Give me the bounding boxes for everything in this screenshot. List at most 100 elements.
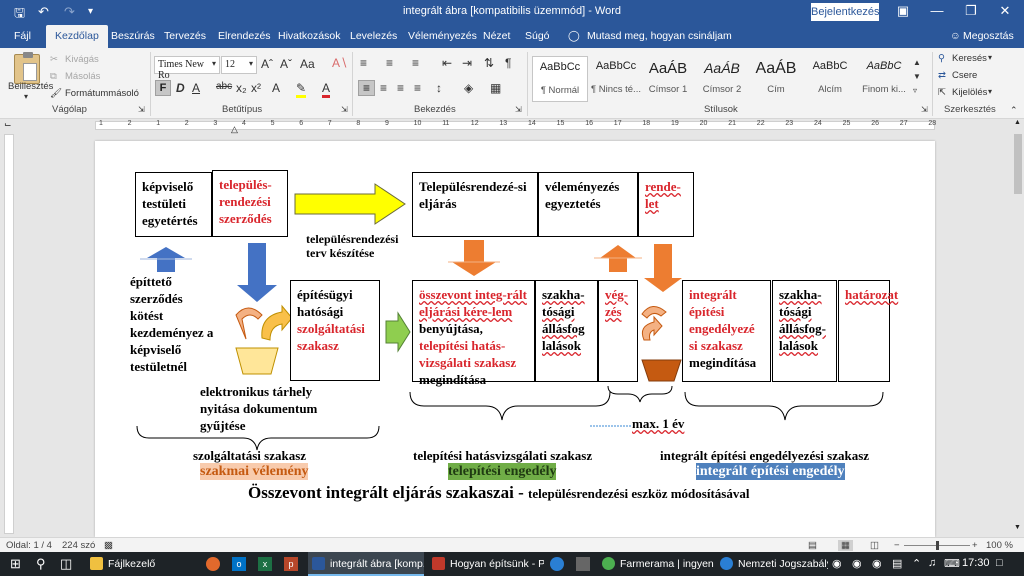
styles-launcher-icon[interactable]: ⇲ — [921, 105, 928, 114]
select-icon[interactable]: ⇱ — [938, 87, 946, 98]
tab-insert[interactable]: Beszúrás — [111, 30, 155, 42]
tab-design[interactable]: Tervezés — [164, 30, 206, 42]
select-button[interactable]: Kijelölés — [952, 87, 987, 98]
replace-button[interactable]: Csere — [952, 70, 977, 81]
task-view-icon[interactable]: ◫ — [60, 556, 72, 572]
tab-help[interactable]: Súgó — [525, 30, 550, 42]
sort-icon[interactable]: ⇅ — [484, 56, 494, 70]
paste-button[interactable]: Beillesztés — [8, 81, 53, 92]
firefox-icon[interactable] — [206, 557, 220, 571]
show-marks-icon[interactable]: ¶ — [505, 56, 511, 70]
document-page[interactable]: képviselő testületi egyetértés település… — [95, 141, 935, 537]
italic-button[interactable]: D — [176, 81, 185, 95]
style-normal[interactable]: AaBbCc ¶ Normál — [532, 56, 588, 102]
multilevel-list-icon[interactable]: ≡ — [412, 56, 419, 70]
styles-scroll-up-icon[interactable]: ▲ — [913, 58, 921, 67]
paragraph-launcher-icon[interactable]: ⇲ — [515, 105, 522, 114]
find-button[interactable]: Keresés — [952, 53, 987, 64]
taskbar-file-explorer[interactable]: Fájlkezelő — [86, 552, 198, 576]
scroll-thumb[interactable] — [1014, 134, 1022, 194]
clock[interactable]: 17:30 — [962, 557, 990, 569]
windows-start-icon[interactable]: ⊞ — [10, 556, 21, 572]
tab-review[interactable]: Véleményezés — [408, 30, 477, 42]
align-center-icon[interactable]: ≡ — [380, 81, 387, 95]
tell-me-input[interactable]: Mutasd meg, hogyan csináljam — [587, 30, 732, 42]
scroll-up-icon[interactable]: ▲ — [1014, 119, 1021, 126]
style-subtle-emphasis[interactable]: AaBbC Finom ki... — [856, 56, 912, 102]
select-dropdown-icon[interactable]: ▾ — [988, 87, 992, 96]
style-title[interactable]: AaÁB Cím — [748, 56, 804, 102]
clear-formatting-icon[interactable]: A∖ — [332, 56, 348, 70]
minimize-icon[interactable]: — — [922, 3, 952, 18]
paste-icon[interactable] — [14, 52, 40, 84]
find-icon[interactable]: ⚲ — [938, 53, 945, 64]
read-mode-icon[interactable]: ▤ — [808, 540, 817, 551]
web-layout-icon[interactable]: ◫ — [870, 540, 879, 551]
style-heading-1[interactable]: AaÁB Címsor 1 — [640, 56, 696, 102]
bullets-icon[interactable]: ≡ — [360, 56, 367, 70]
grow-font-icon[interactable]: Aˆ — [261, 57, 273, 71]
highlight-color-icon[interactable]: ✎ — [296, 81, 307, 98]
page-count[interactable]: Oldal: 1 / 4 — [6, 540, 52, 551]
line-spacing-icon[interactable]: ↕ — [436, 81, 442, 95]
style-heading-2[interactable]: AaÁB Címsor 2 — [694, 56, 750, 102]
powerpoint-icon[interactable]: p — [284, 557, 298, 571]
indent-marker-icon[interactable]: △ — [231, 124, 238, 135]
vertical-scrollbar[interactable]: ▲ ▼ — [1012, 119, 1024, 537]
font-color-icon[interactable]: A — [322, 81, 331, 98]
taskbar-browser-2[interactable]: Nemzeti Jogszabályt... — [716, 552, 828, 576]
shrink-font-icon[interactable]: Aˇ — [280, 57, 292, 71]
change-case-icon[interactable]: Aa — [300, 57, 315, 71]
find-dropdown-icon[interactable]: ▾ — [988, 53, 992, 62]
close-icon[interactable]: ✕ — [990, 3, 1020, 19]
tab-selector-icon[interactable]: ⌙ — [4, 119, 12, 130]
proofing-icon[interactable]: ▩ — [104, 540, 113, 551]
paste-dropdown-icon[interactable]: ▾ — [24, 92, 28, 101]
tray-icon-1[interactable]: ◉ — [832, 557, 842, 570]
taskbar-chrome-1[interactable]: Farmerama | ingyen... — [598, 552, 714, 576]
tab-mailings[interactable]: Levelezés — [350, 30, 397, 42]
tab-file[interactable]: Fájl — [14, 30, 31, 42]
strikethrough-icon[interactable]: abc — [216, 81, 232, 92]
align-right-icon[interactable]: ≡ — [397, 81, 404, 95]
format-painter-icon[interactable]: 🖌 — [50, 88, 62, 99]
notifications-icon[interactable]: □ — [996, 557, 1003, 569]
font-launcher-icon[interactable]: ⇲ — [341, 105, 348, 114]
font-size-dropdown-icon[interactable]: ▾ — [249, 59, 253, 68]
scroll-down-icon[interactable]: ▼ — [1014, 524, 1021, 531]
text-effects-icon[interactable]: A — [272, 81, 280, 95]
word-count[interactable]: 224 szó — [62, 540, 95, 551]
subscript-icon[interactable]: x₂ — [236, 81, 247, 95]
zoom-thumb[interactable] — [936, 541, 939, 550]
style-subtitle[interactable]: AaBbC Alcím — [802, 56, 858, 102]
zoom-out-icon[interactable]: − — [894, 540, 900, 551]
tray-icon-2[interactable]: ◉ — [852, 557, 862, 570]
styles-scroll-down-icon[interactable]: ▼ — [913, 72, 921, 81]
tab-home[interactable]: Kezdőlap — [46, 25, 108, 48]
align-left-button[interactable]: ≡ — [358, 80, 375, 96]
numbering-icon[interactable]: ≡ — [386, 56, 393, 70]
search-icon[interactable]: ⚲ — [36, 556, 46, 572]
borders-icon[interactable]: ▦ — [490, 81, 501, 95]
clipboard-launcher-icon[interactable]: ⇲ — [138, 105, 145, 114]
increase-indent-icon[interactable]: ⇥ — [462, 56, 472, 70]
edge-icon[interactable] — [550, 557, 564, 571]
collapse-ribbon-icon[interactable]: ⌃ — [1010, 105, 1018, 116]
style-no-spacing[interactable]: AaBbCc ¶ Nincs té... — [588, 56, 644, 102]
volume-icon[interactable]: ♫ — [928, 557, 936, 569]
ribbon-display-icon[interactable]: ▣ — [888, 3, 918, 19]
share-button[interactable]: Megosztás — [963, 30, 1014, 42]
styles-more-icon[interactable]: ▿ — [913, 86, 917, 95]
tab-references[interactable]: Hivatkozások — [278, 30, 340, 42]
excel-icon[interactable]: x — [258, 557, 272, 571]
taskbar-pdf[interactable]: Hogyan építsünk - P... — [428, 552, 544, 576]
taskbar-word[interactable]: integrált ábra [komp... — [308, 552, 424, 576]
network-icon[interactable]: ▤ — [892, 557, 902, 570]
tab-view[interactable]: Nézet — [483, 30, 510, 42]
shading-icon[interactable]: ◈ — [464, 81, 473, 95]
justify-icon[interactable]: ≡ — [414, 81, 421, 95]
keyboard-icon[interactable]: ⌨ — [944, 557, 960, 570]
underline-button[interactable]: A — [192, 81, 200, 95]
superscript-icon[interactable]: x² — [251, 81, 261, 95]
store-icon[interactable] — [576, 557, 590, 571]
